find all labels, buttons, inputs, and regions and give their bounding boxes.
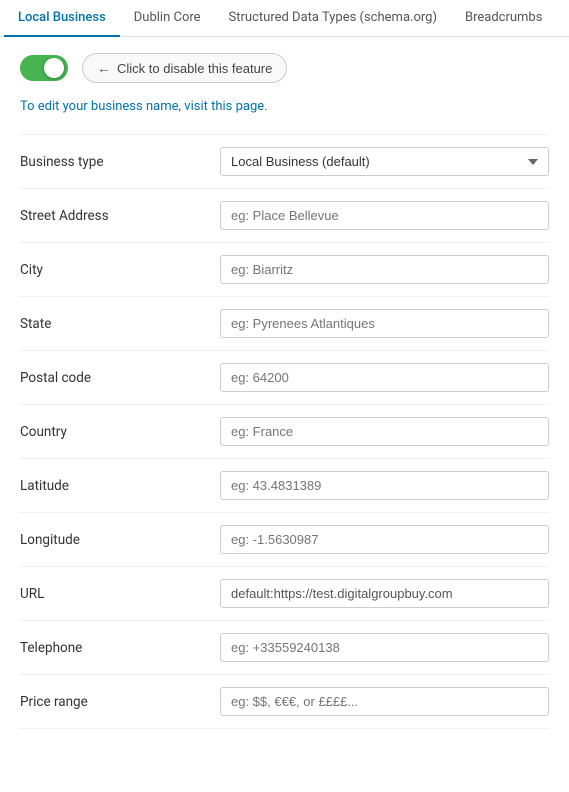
content-area: ← Click to disable this feature To edit … — [0, 37, 569, 745]
input-street-address[interactable] — [220, 201, 549, 230]
tab-dublin-core[interactable]: Dublin Core — [120, 0, 215, 37]
form-row-postal-code: Postal code — [20, 350, 549, 404]
input-price-range[interactable] — [220, 687, 549, 716]
disable-feature-button[interactable]: ← Click to disable this feature — [82, 53, 287, 83]
toggle-slider — [20, 55, 68, 81]
tab-local-business[interactable]: Local Business — [4, 0, 120, 37]
form-row-state: State — [20, 296, 549, 350]
tab-structured-data[interactable]: Structured Data Types (schema.org) — [215, 0, 451, 37]
label-country: Country — [20, 424, 220, 440]
input-postal-code[interactable] — [220, 363, 549, 392]
select-business-type[interactable]: Local Business (default)DentistRestauran… — [220, 147, 549, 176]
label-url: URL — [20, 586, 220, 602]
form-row-country: Country — [20, 404, 549, 458]
form-row-street-address: Street Address — [20, 188, 549, 242]
tab-breadcrumbs[interactable]: Breadcrumbs — [451, 0, 556, 37]
form-row-latitude: Latitude — [20, 458, 549, 512]
form-row-business-type: Business typeLocal Business (default)Den… — [20, 134, 549, 188]
label-telephone: Telephone — [20, 640, 220, 656]
label-longitude: Longitude — [20, 532, 220, 548]
input-url[interactable] — [220, 579, 549, 608]
tabs-nav: Local Business Dublin Core Structured Da… — [0, 0, 569, 37]
feature-toggle[interactable] — [20, 55, 68, 81]
toggle-row: ← Click to disable this feature — [20, 53, 549, 83]
form-fields: Business typeLocal Business (default)Den… — [20, 134, 549, 729]
disable-button-label: Click to disable this feature — [117, 61, 272, 76]
label-city: City — [20, 262, 220, 278]
label-postal-code: Postal code — [20, 370, 220, 386]
arrow-left-icon: ← — [97, 60, 111, 76]
form-row-city: City — [20, 242, 549, 296]
input-telephone[interactable] — [220, 633, 549, 662]
label-price-range: Price range — [20, 694, 220, 710]
form-row-price-range: Price range — [20, 674, 549, 729]
input-latitude[interactable] — [220, 471, 549, 500]
input-state[interactable] — [220, 309, 549, 338]
input-country[interactable] — [220, 417, 549, 446]
label-street-address: Street Address — [20, 208, 220, 224]
label-state: State — [20, 316, 220, 332]
label-business-type: Business type — [20, 154, 220, 170]
form-row-url: URL — [20, 566, 549, 620]
form-row-telephone: Telephone — [20, 620, 549, 674]
input-longitude[interactable] — [220, 525, 549, 554]
edit-business-name-link[interactable]: To edit your business name, visit this p… — [20, 99, 549, 114]
input-city[interactable] — [220, 255, 549, 284]
form-row-longitude: Longitude — [20, 512, 549, 566]
label-latitude: Latitude — [20, 478, 220, 494]
tab-w[interactable]: W — [556, 0, 569, 37]
